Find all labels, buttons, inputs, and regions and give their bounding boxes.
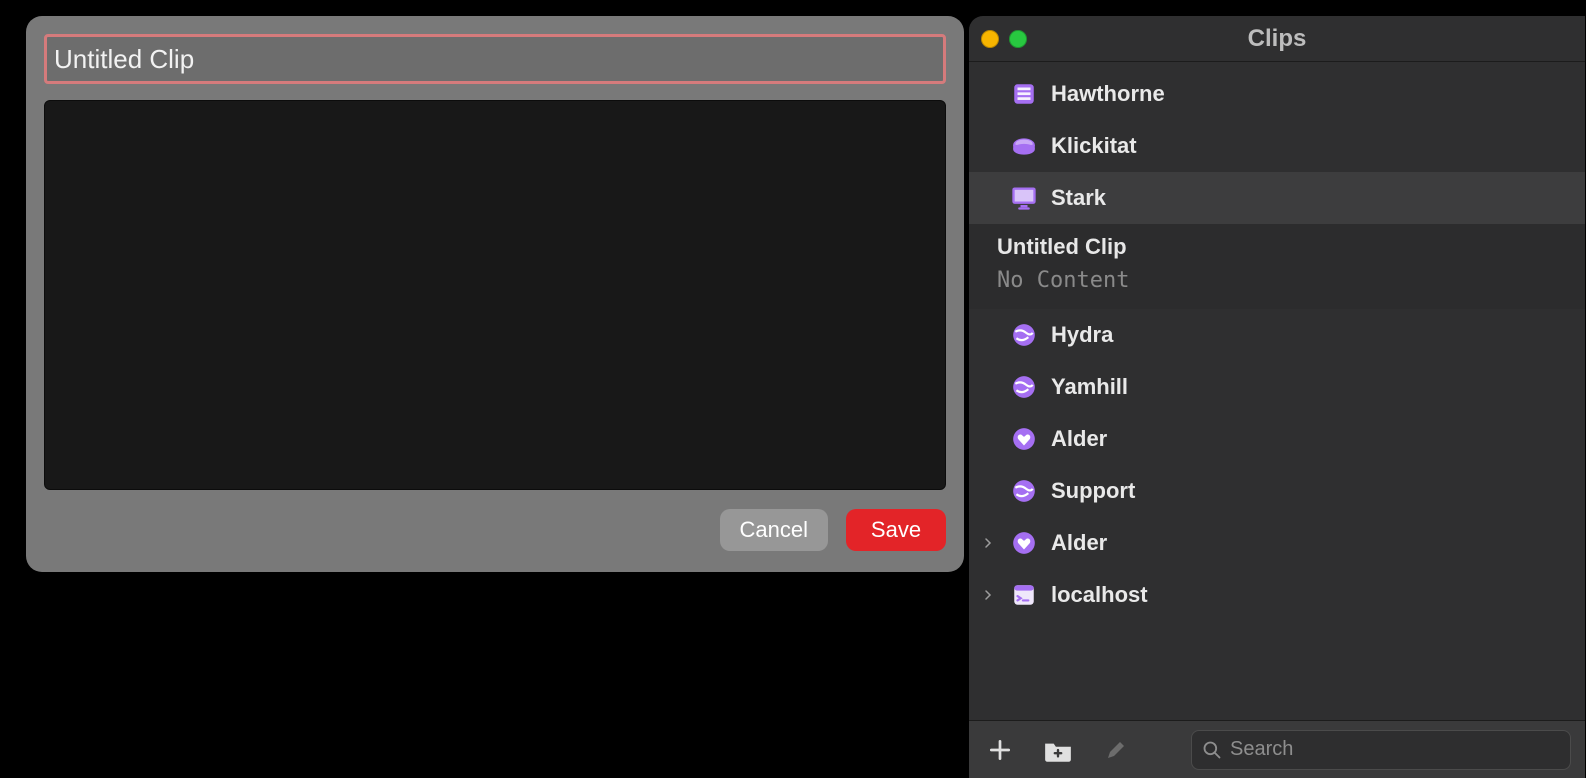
chevron-right-icon[interactable] [979, 589, 997, 601]
zoom-dot[interactable] [1009, 30, 1027, 48]
globe-icon [1009, 476, 1039, 506]
minimize-dot[interactable] [981, 30, 999, 48]
clips-panel: Clips Hawthorne Klickitat [969, 16, 1585, 778]
list-item-label: Hawthorne [1051, 81, 1165, 107]
heart-icon [1009, 528, 1039, 558]
list-item[interactable]: Hawthorne [969, 68, 1585, 120]
panel-titlebar: Clips [969, 16, 1585, 62]
clip-edit-sheet: Cancel Save [26, 16, 964, 572]
clip-title-input[interactable] [48, 38, 942, 80]
list-item-label: Alder [1051, 530, 1107, 556]
list-item[interactable]: Hydra [969, 309, 1585, 361]
sheet-button-row: Cancel Save [44, 509, 946, 551]
list-item[interactable]: Alder [969, 517, 1585, 569]
globe-icon [1009, 372, 1039, 402]
list-item-label: Klickitat [1051, 133, 1137, 159]
list-item-label: localhost [1051, 582, 1148, 608]
list-item[interactable]: Klickitat [969, 120, 1585, 172]
add-button[interactable] [983, 733, 1017, 767]
cancel-button[interactable]: Cancel [720, 509, 828, 551]
book-icon [1009, 79, 1039, 109]
save-button[interactable]: Save [846, 509, 946, 551]
list-item[interactable]: Stark [969, 172, 1585, 224]
list-item-label: Support [1051, 478, 1135, 504]
list-item[interactable]: Support [969, 465, 1585, 517]
search-field[interactable] [1191, 730, 1571, 770]
panel-toolbar [969, 720, 1585, 778]
list-item-label: Hydra [1051, 322, 1113, 348]
list-item-label: Stark [1051, 185, 1106, 211]
display-icon [1009, 183, 1039, 213]
clip-preview-title: Untitled Clip [997, 234, 1569, 260]
list-item-label: Alder [1051, 426, 1107, 452]
list-item[interactable]: localhost [969, 569, 1585, 621]
chevron-right-icon[interactable] [979, 537, 997, 549]
edit-button[interactable] [1099, 733, 1133, 767]
new-folder-button[interactable] [1041, 733, 1075, 767]
clip-title-field-frame [44, 34, 946, 84]
panel-title: Clips [969, 25, 1585, 53]
clip-content-textarea[interactable] [44, 100, 946, 490]
clips-list: Hawthorne Klickitat Stark Untitled Clip [969, 62, 1585, 720]
list-item[interactable]: Alder [969, 413, 1585, 465]
clip-preview-popout: Untitled Clip No Content [969, 224, 1585, 309]
disc-icon [1009, 131, 1039, 161]
search-icon [1202, 740, 1222, 760]
heart-icon [1009, 424, 1039, 454]
clip-preview-content: No Content [997, 268, 1569, 293]
search-input[interactable] [1230, 738, 1560, 761]
globe-icon [1009, 320, 1039, 350]
terminal-icon [1009, 580, 1039, 610]
window-controls [969, 30, 1027, 48]
list-item-label: Yamhill [1051, 374, 1128, 400]
list-item[interactable]: Yamhill [969, 361, 1585, 413]
